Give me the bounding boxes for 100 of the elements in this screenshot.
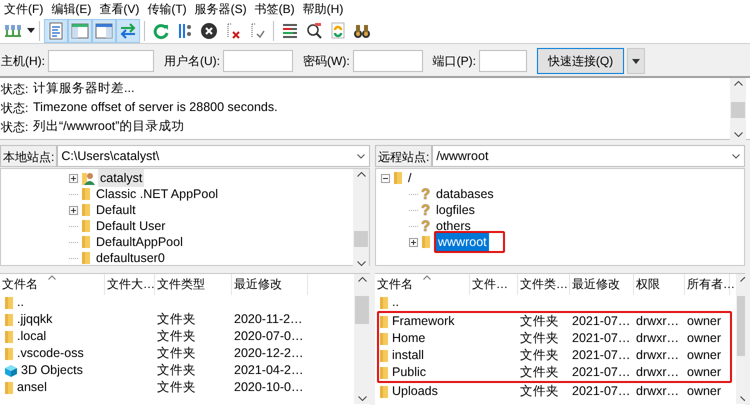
scrollbar[interactable] xyxy=(730,78,746,140)
menu-item[interactable]: 书签(B) xyxy=(250,0,299,18)
path-text: C:\Users\catalyst\ xyxy=(61,148,160,165)
menu-item[interactable]: 编辑(E) xyxy=(47,0,96,18)
file-name[interactable]: Home xyxy=(392,329,426,348)
tree-item[interactable]: others xyxy=(434,216,473,236)
menu-item[interactable]: 文件(F) xyxy=(0,0,48,18)
path-text: /wwwroot xyxy=(436,148,488,165)
search-icon xyxy=(305,22,323,40)
text-field[interactable] xyxy=(352,50,423,72)
tree-item[interactable]: DefaultAppPool xyxy=(94,232,185,252)
table-cell-text: drwxr… xyxy=(636,330,680,348)
folder-icon xyxy=(421,235,431,249)
scrollbar[interactable] xyxy=(354,274,370,404)
folder-icon xyxy=(81,251,91,265)
path-combobox[interactable]: C:\Users\catalyst\ xyxy=(57,145,370,167)
scrollbar-thumb[interactable] xyxy=(731,102,745,118)
file-name[interactable]: Uploads xyxy=(392,382,438,401)
column-header[interactable]: 文件类… xyxy=(518,274,570,294)
dropdown-button[interactable] xyxy=(627,48,645,74)
unknown-icon: ? xyxy=(421,186,431,202)
file-name[interactable]: 3D Objects xyxy=(21,361,83,380)
table-cell-text: 2020-12-2… xyxy=(234,345,304,362)
table-cell-text: drwxr… xyxy=(636,347,680,364)
filter-icon xyxy=(176,22,194,40)
tree-item[interactable]: logfiles xyxy=(434,200,477,220)
folder-icon xyxy=(81,235,91,249)
field-label: 端口(P): xyxy=(432,53,476,70)
file-name[interactable]: .vscode-oss xyxy=(17,344,84,363)
folder-icon xyxy=(81,219,91,233)
text-field[interactable] xyxy=(48,50,154,72)
file-name[interactable]: .. xyxy=(392,293,399,312)
folder-icon xyxy=(81,203,91,217)
column-header[interactable]: 文件名 xyxy=(0,274,105,294)
table-cell-text: 文件夹 xyxy=(157,328,196,346)
file-name[interactable]: .local xyxy=(17,327,46,346)
column-header[interactable]: 文件大… xyxy=(105,274,155,294)
table-cell-text: 2021-07… xyxy=(572,313,630,330)
field-label: 密码(W): xyxy=(303,53,350,70)
file-name[interactable]: ansel xyxy=(17,378,47,397)
unknown-icon: ? xyxy=(421,202,431,218)
menu-item[interactable]: 服务器(S) xyxy=(190,0,251,18)
file-name[interactable]: Framework xyxy=(392,312,455,331)
folder-icon xyxy=(81,187,91,201)
chevron-down-icon xyxy=(357,154,365,158)
tree-item[interactable]: databases xyxy=(434,184,496,204)
compare-icon xyxy=(281,22,299,40)
text-field[interactable] xyxy=(223,50,293,72)
sort-caret-icon xyxy=(48,274,56,280)
tree-item[interactable]: / xyxy=(406,168,414,188)
tree-item[interactable]: Default User xyxy=(94,216,168,236)
table-cell-text: 2021-07… xyxy=(572,364,630,382)
tree-item[interactable]: Classic .NET AppPool xyxy=(94,184,220,204)
table-cell-text: drwxr… xyxy=(636,383,680,400)
quickconnect-button[interactable]: 快速连接(Q) xyxy=(537,48,624,74)
dropdown-caret-icon xyxy=(27,28,35,33)
column-header[interactable]: 最近修改 xyxy=(232,274,308,294)
column-header[interactable]: 文件名 xyxy=(375,274,470,294)
column-header[interactable]: 权限 xyxy=(634,274,685,294)
column-header[interactable]: 最近修改 xyxy=(570,274,634,294)
log-label: 状态: xyxy=(1,80,28,98)
table-cell-text: 文件夹 xyxy=(520,347,559,364)
table-cell-text: 文件夹 xyxy=(157,345,196,362)
tree-item[interactable]: defaultuser0 xyxy=(94,248,167,268)
tree-item[interactable]: Default xyxy=(94,200,138,220)
panel-icon xyxy=(71,22,89,40)
column-header[interactable]: 文件… xyxy=(470,274,518,294)
tree-item[interactable]: wwwroot xyxy=(436,232,489,252)
file-name[interactable]: .jjqqkk xyxy=(17,310,52,329)
scrollbar[interactable] xyxy=(353,169,369,269)
tree-item[interactable]: catalyst xyxy=(98,168,144,188)
field-label: 主机(H): xyxy=(1,53,45,70)
file-name[interactable]: install xyxy=(392,346,424,365)
file-name[interactable]: Public xyxy=(392,363,426,382)
column-header[interactable]: 文件类型 xyxy=(155,274,232,294)
scrollbar-thumb[interactable] xyxy=(354,231,368,247)
text-field[interactable] xyxy=(479,50,527,72)
menu-item[interactable]: 传输(T) xyxy=(143,0,191,18)
file-name[interactable]: .. xyxy=(17,293,24,312)
refresh-icon xyxy=(152,22,170,40)
sort-caret-icon xyxy=(423,274,431,280)
path-label: 远程站点: xyxy=(375,145,432,167)
cancel-icon xyxy=(200,22,218,40)
path-combobox[interactable]: /wwwroot xyxy=(432,145,745,167)
menu-item[interactable]: 查看(V) xyxy=(95,0,144,18)
field-label: 用户名(U): xyxy=(164,53,220,70)
log-message: 列出“/wwwroot”的目录成功 xyxy=(33,118,184,136)
log-label: 状态: xyxy=(1,118,28,136)
menu-item[interactable]: 帮助(H) xyxy=(298,0,348,18)
table-cell-text: 文件夹 xyxy=(520,364,559,382)
table-cell-text: 2021-04-2… xyxy=(234,362,304,380)
table-cell-text: owner xyxy=(687,364,722,382)
scrollbar-thumb[interactable] xyxy=(355,296,369,324)
log-message: Timezone offset of server is 28800 seconds. xyxy=(33,99,278,116)
table-cell-text: owner xyxy=(687,313,722,330)
sync-icon xyxy=(329,22,347,40)
table-cell-text: 2020-11-2… xyxy=(234,311,303,328)
table-cell-text: 文件夹 xyxy=(520,330,559,348)
table-cell-text: owner xyxy=(687,330,722,348)
transfer-arrows-icon xyxy=(119,22,137,40)
